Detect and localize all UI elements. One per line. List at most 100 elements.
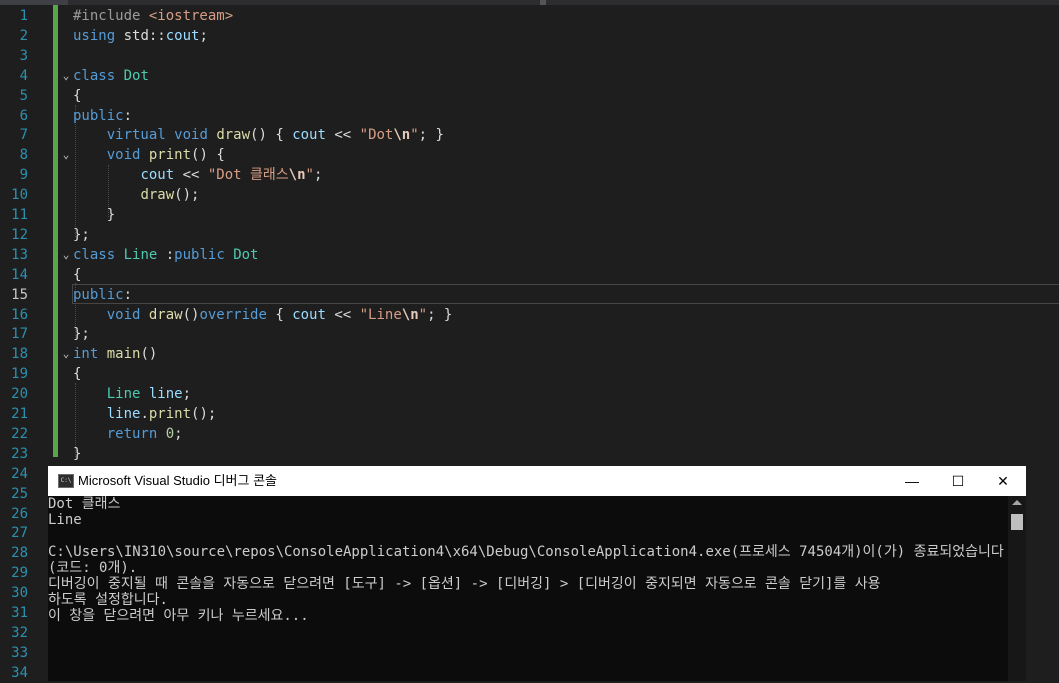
line-number: 27: [11, 525, 28, 542]
line-number: 22: [11, 425, 28, 442]
code-line[interactable]: 20 Line line;: [0, 384, 1059, 404]
code-token: class: [73, 67, 116, 84]
console-output-line: 디버깅이 중지될 때 콘솔을 자동으로 닫으려면 [도구] -> [옵션] ->…: [48, 576, 881, 592]
code-line[interactable]: 18 ⌄ int main(): [0, 344, 1059, 364]
code-token: };: [73, 226, 90, 243]
code-line[interactable]: 5{: [0, 86, 1059, 106]
code-line[interactable]: 19 {: [0, 364, 1059, 384]
code-line[interactable]: 3: [0, 46, 1059, 66]
collapse-chevron-icon[interactable]: ⌄: [60, 66, 72, 86]
code-token: class: [73, 246, 116, 263]
line-number: 10: [11, 187, 28, 204]
code-text: class Line :public Dot: [73, 245, 258, 265]
scrollbar-thumb[interactable]: [1011, 514, 1023, 530]
code-text: #include <iostream>: [73, 6, 233, 26]
code-line[interactable]: 17};: [0, 324, 1059, 344]
code-line[interactable]: 13 ⌄ class Line :public Dot: [0, 245, 1059, 265]
code-token: cout: [292, 127, 326, 144]
collapse-chevron-icon[interactable]: ⌄: [60, 145, 72, 165]
line-number: 31: [11, 605, 28, 621]
code-token: {: [266, 306, 293, 323]
line-number: 2: [19, 27, 28, 44]
code-text: virtual void draw() { cout << "Dot\n"; }: [73, 125, 444, 145]
line-number: 1: [19, 8, 28, 24]
code-text: public:: [73, 106, 132, 126]
code-text: class Dot: [73, 66, 149, 86]
code-token: void: [174, 127, 208, 144]
console-title-bar[interactable]: C:\ Microsoft Visual Studio 디버그 콘솔 — ☐ ✕: [48, 466, 1026, 496]
code-line[interactable]: 12};: [0, 225, 1059, 245]
code-token: :: [123, 107, 133, 124]
code-text: {: [73, 86, 81, 106]
code-token: line: [148, 386, 183, 403]
code-text: }: [73, 205, 115, 225]
line-number: 23: [11, 445, 28, 462]
line-number: 3: [19, 47, 28, 64]
code-line[interactable]: 8 ⌄ void print() {: [0, 145, 1059, 165]
debug-console-window[interactable]: C:\ Microsoft Visual Studio 디버그 콘솔 — ☐ ✕…: [48, 466, 1026, 681]
code-line[interactable]: 15 public:: [0, 285, 1059, 305]
code-text: void draw()override { cout << "Line\n"; …: [73, 305, 453, 325]
code-token: }: [73, 445, 82, 462]
code-line[interactable]: 1 #include <iostream>: [0, 6, 1059, 26]
code-line[interactable]: 23}: [0, 444, 1059, 464]
line-number: 12: [11, 226, 28, 243]
line-number: 32: [11, 624, 28, 641]
code-line[interactable]: 21 line.print();: [0, 404, 1059, 424]
code-token: };: [73, 326, 90, 343]
code-line[interactable]: 22 return 0;: [0, 424, 1059, 444]
code-token: ;: [313, 167, 323, 184]
code-token: main: [106, 346, 141, 363]
code-token: print: [148, 147, 192, 164]
code-token: ; }: [427, 306, 453, 323]
close-button[interactable]: ✕: [980, 466, 1026, 496]
console-scrollbar[interactable]: [1008, 496, 1026, 681]
console-output[interactable]: Dot 클래스 Line C:\Users\IN310\source\repos\C…: [48, 496, 1008, 681]
code-line[interactable]: 2 using std::cout;: [0, 26, 1059, 46]
line-number: 18: [11, 346, 28, 363]
code-line[interactable]: 10 draw();: [0, 185, 1059, 205]
code-text: line.print();: [73, 404, 217, 424]
code-text: };: [73, 225, 90, 245]
code-line[interactable]: 14 {: [0, 265, 1059, 285]
maximize-button[interactable]: ☐: [935, 466, 981, 496]
line-number: 9: [19, 167, 28, 184]
console-output-line: 이 창을 닫으려면 아무 키나 누르세요...: [48, 608, 309, 624]
code-token: draw: [148, 306, 183, 323]
line-number: 14: [11, 266, 28, 283]
code-token: ;: [174, 425, 183, 442]
collapse-chevron-icon[interactable]: ⌄: [60, 245, 72, 265]
line-number: 26: [11, 505, 28, 522]
scroll-up-arrow-icon[interactable]: [1012, 500, 1022, 505]
line-number: 6: [19, 107, 28, 124]
line-number: 20: [11, 386, 28, 403]
code-line[interactable]: 9 cout << "Dot 클래스\n";: [0, 165, 1059, 185]
minimize-button[interactable]: —: [889, 466, 935, 496]
code-line[interactable]: 4 ⌄ class Dot: [0, 66, 1059, 86]
code-text: }: [73, 444, 81, 464]
code-token: line: [106, 406, 141, 422]
code-token: public: [73, 107, 124, 124]
code-token: Dot: [233, 246, 259, 263]
code-token: using: [73, 27, 116, 44]
code-line[interactable]: 6 public:: [0, 106, 1059, 126]
collapse-chevron-icon[interactable]: ⌄: [60, 344, 72, 364]
code-token: std::: [115, 27, 166, 44]
code-line[interactable]: 11 }: [0, 205, 1059, 225]
code-line[interactable]: 16 void draw()override { cout << "Line\n…: [0, 305, 1059, 325]
line-number: 21: [11, 406, 28, 422]
code-text: draw();: [73, 185, 199, 205]
code-text: {: [73, 364, 81, 384]
code-text: {: [73, 265, 81, 285]
code-line[interactable]: 7 virtual void draw() { cout << "Dot\n";…: [0, 125, 1059, 145]
line-number: 28: [11, 545, 28, 562]
